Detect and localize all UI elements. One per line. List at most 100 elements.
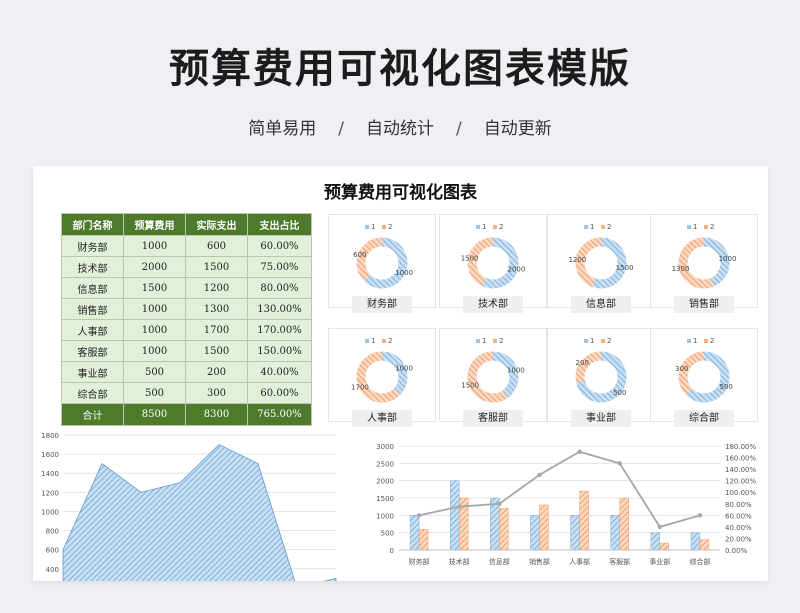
- table-cell-actual[interactable]: 600: [185, 235, 248, 257]
- table-cell-actual[interactable]: 1500: [185, 340, 248, 362]
- table-total-cell-department[interactable]: 合计: [61, 403, 124, 426]
- table-cell-actual[interactable]: 1700: [185, 319, 248, 341]
- table-cell-budget[interactable]: 500: [123, 361, 186, 383]
- bar-actual: [418, 528, 429, 551]
- table-cell-budget[interactable]: 1000: [123, 235, 186, 257]
- donut-value-label: 1300: [672, 265, 690, 273]
- legend-label-2: 2: [710, 337, 714, 345]
- legend-label-1: 1: [482, 337, 486, 345]
- area-chart: 18001600140012001000800600400200: [33, 429, 343, 581]
- table-cell-department[interactable]: 客服部: [61, 340, 124, 362]
- table-cell-actual[interactable]: 1200: [185, 277, 248, 299]
- table-cell-ratio[interactable]: 130.00%: [247, 298, 312, 320]
- ratio-point: [537, 472, 542, 478]
- table-row: 人事部 1000 1700 170.00%: [61, 319, 312, 341]
- bar-actual: [579, 490, 589, 551]
- table-total-cell-ratio[interactable]: 765.00%: [247, 403, 312, 426]
- y2-tick-label: 0.00%: [725, 547, 748, 555]
- ratio-point: [497, 501, 502, 506]
- table-row: 信息部 1500 1200 80.00%: [61, 277, 312, 299]
- legend-swatch-2: [601, 225, 605, 229]
- table-cell-department[interactable]: 技术部: [61, 256, 124, 278]
- donut-chart-svg: 1 220001500: [461, 223, 525, 289]
- legend-label-1: 1: [590, 337, 594, 345]
- legend-label-2: 2: [499, 223, 503, 231]
- subtitle-item-update: 自动更新: [483, 119, 552, 139]
- table-cell-ratio[interactable]: 60.00%: [247, 235, 312, 257]
- table-cell-department[interactable]: 信息部: [61, 277, 124, 299]
- donut-value-label: 1000: [395, 364, 413, 372]
- table-cell-ratio[interactable]: 75.00%: [247, 256, 312, 278]
- subtitle-item-stats: 自动统计: [366, 119, 434, 139]
- table-cell-department[interactable]: 事业部: [61, 361, 124, 383]
- y-tick-label: 400: [46, 566, 59, 574]
- spreadsheet-panel: 预算费用可视化图表 部门名称 预算费用 实际支出 支出占比 财务部 1000 600…: [33, 166, 768, 581]
- subtitle-separator: /: [338, 119, 344, 139]
- y-tick-label: 3000: [376, 443, 394, 451]
- table-cell-ratio[interactable]: 60.00%: [247, 382, 312, 404]
- table-cell-ratio[interactable]: 80.00%: [247, 277, 312, 299]
- table-cell-actual[interactable]: 200: [185, 361, 248, 383]
- table-cell-budget[interactable]: 1000: [123, 319, 186, 341]
- y2-tick-label: 180.00%: [725, 443, 756, 451]
- table-cell-department[interactable]: 销售部: [61, 298, 124, 320]
- bar-budget: [449, 480, 460, 551]
- donut-category-label: 事业部: [571, 410, 631, 427]
- x-tick-label: 销售部: [529, 557, 550, 566]
- legend-label-1: 1: [693, 223, 697, 231]
- table-row: 事业部 500 200 40.00%: [61, 361, 312, 383]
- table-cell-actual[interactable]: 1300: [185, 298, 248, 320]
- budget-table: 部门名称 预算费用 实际支出 支出占比 财务部 1000 600 60.00% 技术部 2…: [61, 213, 312, 426]
- table-body: 财务部 1000 600 60.00% 技术部 2000 1500 75.00% 信息部 1500…: [61, 235, 312, 426]
- bar-budget: [610, 515, 620, 551]
- table-cell-budget[interactable]: 2000: [123, 256, 186, 278]
- donut-legend: 12: [365, 223, 392, 231]
- ratio-point: [577, 449, 582, 454]
- y-tick-label: 500: [381, 530, 394, 538]
- bar-budget: [490, 497, 500, 551]
- table-cell-budget[interactable]: 1000: [123, 298, 186, 320]
- column-header-ratio[interactable]: 支出占比: [247, 213, 312, 236]
- x-tick-label: 技术部: [449, 557, 470, 566]
- table-cell-department[interactable]: 综合部: [61, 382, 124, 404]
- combo-chart: 0 500 1000 1500 2000 2500 3000 0.00% 20.00% 40.00…: [355, 434, 768, 581]
- table-cell-department[interactable]: 财务部: [61, 235, 124, 257]
- table-cell-actual[interactable]: 1500: [185, 256, 248, 278]
- legend-swatch-1: [476, 225, 480, 229]
- donut-chart-svg: 1 210001700: [351, 337, 413, 403]
- table-cell-budget[interactable]: 1000: [123, 340, 186, 362]
- donut-chart-svg: 1 215001200: [568, 223, 634, 289]
- table-cell-actual[interactable]: 300: [185, 382, 248, 404]
- donut-category-label: 人事部: [352, 410, 412, 427]
- table-cell-department[interactable]: 人事部: [61, 319, 124, 341]
- donut-value-label: 500: [613, 389, 626, 397]
- legend-label-1: 1: [482, 223, 486, 231]
- ratio-point: [657, 524, 663, 530]
- table-cell-ratio[interactable]: 150.00%: [247, 340, 312, 362]
- legend-swatch-2: [382, 339, 386, 343]
- x-tick-label: 信息部: [489, 557, 510, 566]
- bar-actual: [659, 542, 670, 551]
- y2-tick-label: 80.00%: [725, 501, 752, 509]
- table-cell-ratio[interactable]: 40.00%: [247, 361, 312, 383]
- legend-swatch-2: [704, 225, 708, 229]
- ratio-point: [456, 504, 462, 509]
- table-row: 技术部 2000 1500 75.00%: [61, 256, 312, 278]
- y-tick-label: 1600: [41, 451, 59, 459]
- y-tick-label: 1000: [376, 512, 394, 520]
- table-total-cell-actual[interactable]: 8300: [185, 403, 248, 426]
- column-header-actual[interactable]: 实际支出: [185, 213, 248, 236]
- bar-actual: [619, 497, 629, 551]
- table-cell-budget[interactable]: 500: [123, 382, 186, 404]
- table-total-cell-budget[interactable]: 8500: [123, 403, 186, 426]
- donut-value-label: 2000: [507, 265, 525, 273]
- ratio-point: [697, 513, 703, 518]
- column-header-budget[interactable]: 预算费用: [123, 213, 186, 236]
- table-cell-ratio[interactable]: 170.00%: [247, 319, 312, 341]
- table-row: 销售部 1000 1300 130.00%: [61, 298, 312, 320]
- ratio-point: [416, 513, 422, 518]
- table-row: 财务部 1000 600 60.00%: [61, 235, 312, 257]
- legend-label-1: 1: [371, 223, 375, 231]
- column-header-department[interactable]: 部门名称: [61, 213, 124, 236]
- table-cell-budget[interactable]: 1500: [123, 277, 186, 299]
